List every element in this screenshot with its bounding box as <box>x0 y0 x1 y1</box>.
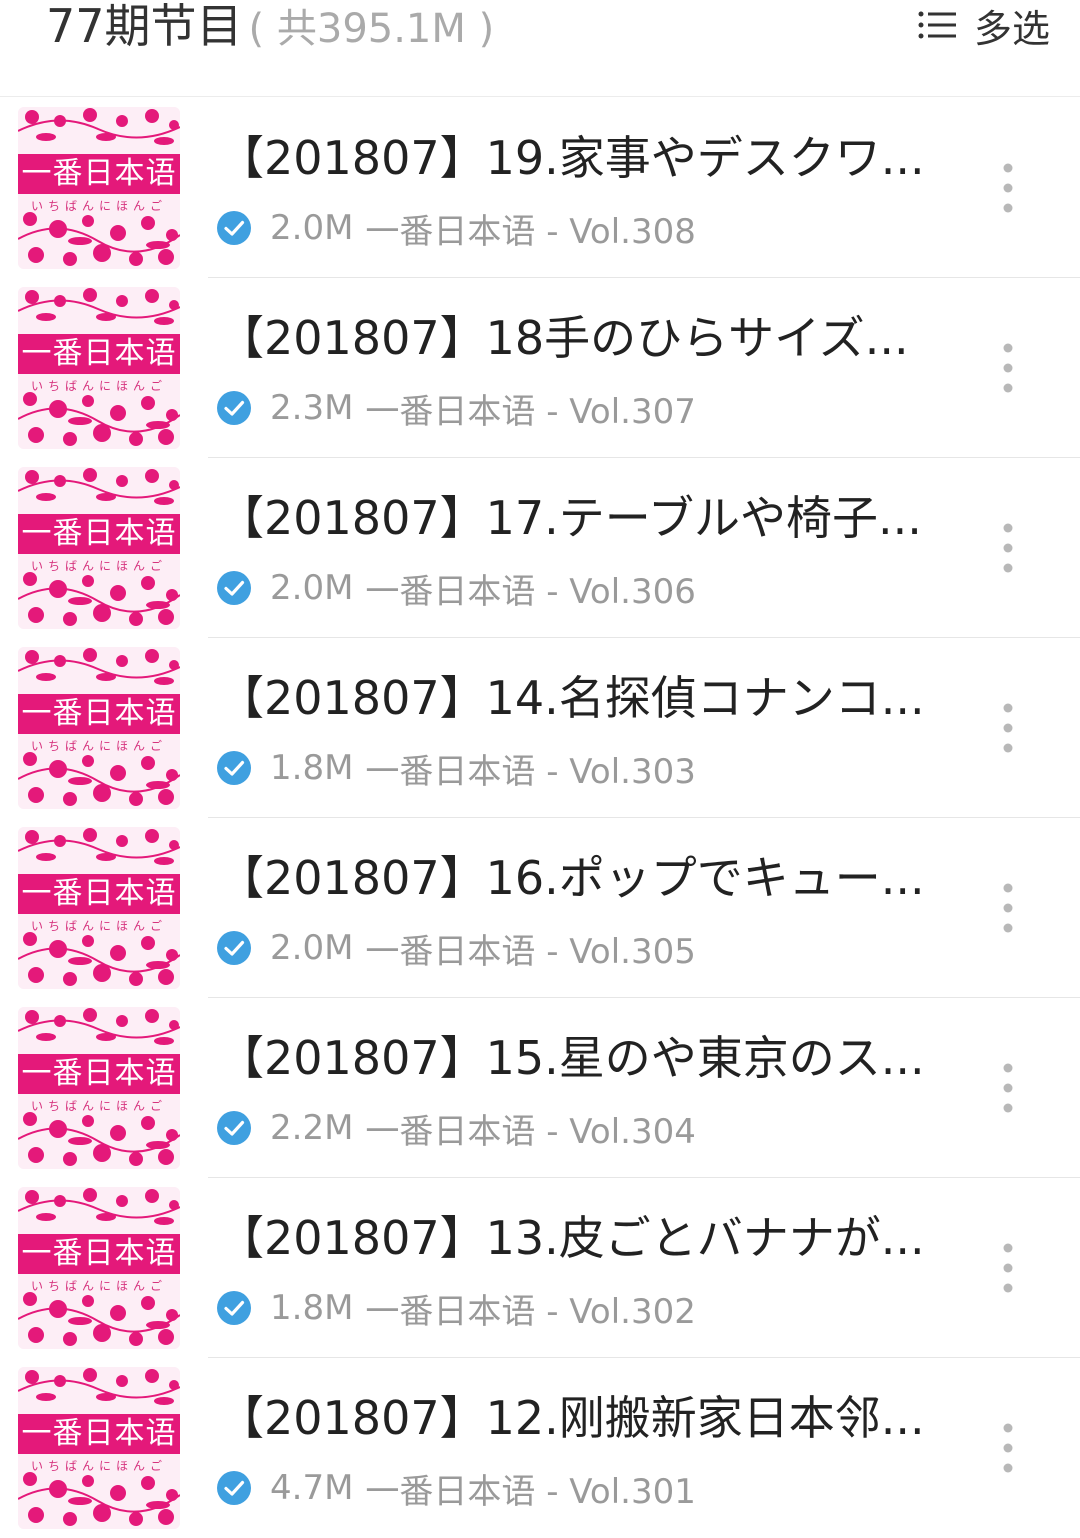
cover-title: 一番日本语 <box>18 154 180 194</box>
cover-subtitle: いちばんにほんご <box>30 199 167 213</box>
cover-subtitle: いちばんにほんご <box>30 739 167 753</box>
more-vertical-icon[interactable] <box>990 1058 1026 1118</box>
episode-meta: 2.0M 一番日本语 - Vol.308 <box>216 206 696 252</box>
episode-title: 【201807】18手のひらサイズ... <box>218 311 909 365</box>
episode-meta: 2.0M 一番日本语 - Vol.305 <box>216 926 696 972</box>
episode-count-title: 77期节目 <box>46 0 243 53</box>
episode-meta: 4.7M 一番日本语 - Vol.301 <box>216 1466 696 1512</box>
episode-item[interactable]: 一番日本语 いちばんにほんご 【201807】19.家事やデスクワ... 2.0… <box>0 98 1080 278</box>
multi-select-button[interactable]: 多选 <box>918 0 1050 51</box>
podcast-cover: 一番日本语 いちばんにほんご <box>18 287 180 449</box>
cover-subtitle: いちばんにほんご <box>30 1459 167 1473</box>
cover-title: 一番日本语 <box>18 694 180 734</box>
episode-item[interactable]: 一番日本语 いちばんにほんご 【201807】15.星のや東京のス... 2.2… <box>0 998 1080 1178</box>
episode-title: 【201807】13.皮ごとバナナが... <box>218 1211 925 1265</box>
more-vertical-icon[interactable] <box>990 1238 1026 1298</box>
episode-item[interactable]: 一番日本语 いちばんにほんご 【201807】16.ポップでキュー... 2.0… <box>0 818 1080 998</box>
more-vertical-icon[interactable] <box>990 878 1026 938</box>
episode-title: 【201807】15.星のや東京のス... <box>218 1031 925 1085</box>
episode-item[interactable]: 一番日本语 いちばんにほんご 【201807】13.皮ごとバナナが... 1.8… <box>0 1178 1080 1358</box>
podcast-cover: 一番日本语 いちばんにほんご <box>18 107 180 269</box>
more-vertical-icon[interactable] <box>990 698 1026 758</box>
cover-title: 一番日本语 <box>18 1234 180 1274</box>
check-circle-icon <box>217 571 251 605</box>
check-circle-icon <box>217 1111 251 1145</box>
episode-item[interactable]: 一番日本语 いちばんにほんご 【201807】17.テーブルや椅子... 2.0… <box>0 458 1080 638</box>
file-size: 2.0M <box>270 928 354 968</box>
episode-source: 一番日本语 - Vol.308 <box>365 211 696 252</box>
episode-source: 一番日本语 - Vol.305 <box>365 931 696 972</box>
check-circle-icon <box>217 1471 251 1505</box>
file-size: 2.0M <box>270 208 354 248</box>
file-size: 1.8M <box>270 1288 354 1328</box>
more-vertical-icon[interactable] <box>990 338 1026 398</box>
check-circle-icon <box>217 391 251 425</box>
episode-meta: 2.3M 一番日本语 - Vol.307 <box>216 386 696 432</box>
file-size: 4.7M <box>270 1468 354 1508</box>
episode-title: 【201807】17.テーブルや椅子... <box>218 491 922 545</box>
cover-title: 一番日本语 <box>18 1414 180 1454</box>
episode-title: 【201807】19.家事やデスクワ... <box>218 131 925 185</box>
multi-select-label: 多选 <box>973 6 1050 51</box>
episode-meta: 2.0M 一番日本语 - Vol.306 <box>216 566 696 612</box>
check-circle-icon <box>217 931 251 965</box>
cover-subtitle: いちばんにほんご <box>30 919 167 933</box>
podcast-cover: 一番日本语 いちばんにほんご <box>18 1187 180 1349</box>
episode-item[interactable]: 一番日本语 いちばんにほんご 【201807】12.刚搬新家日本邻... 4.7… <box>0 1358 1080 1538</box>
episode-item[interactable]: 一番日本语 いちばんにほんご 【201807】18手のひらサイズ... 2.3M… <box>0 278 1080 458</box>
episode-item[interactable]: 一番日本语 いちばんにほんご 【201807】14.名探偵コナンコ... 1.8… <box>0 638 1080 818</box>
episode-source: 一番日本语 - Vol.303 <box>365 751 696 792</box>
total-size: ( 共395.1M ) <box>248 6 495 52</box>
episode-meta: 2.2M 一番日本语 - Vol.304 <box>216 1106 696 1152</box>
cover-title: 一番日本语 <box>18 1054 180 1094</box>
episode-meta: 1.8M 一番日本语 - Vol.302 <box>216 1286 696 1332</box>
check-circle-icon <box>217 1291 251 1325</box>
check-circle-icon <box>217 211 251 245</box>
episode-list: 一番日本语 いちばんにほんご 【201807】19.家事やデスクワ... 2.0… <box>0 98 1080 1538</box>
episode-source: 一番日本语 - Vol.307 <box>365 391 696 432</box>
list-header: 77期节目( 共395.1M ) 多选 <box>0 0 1080 97</box>
cover-title: 一番日本语 <box>18 334 180 374</box>
list-icon <box>918 11 956 39</box>
podcast-cover: 一番日本语 いちばんにほんご <box>18 647 180 809</box>
episode-meta: 1.8M 一番日本语 - Vol.303 <box>216 746 696 792</box>
episode-source: 一番日本语 - Vol.304 <box>365 1111 696 1152</box>
file-size: 2.2M <box>270 1108 354 1148</box>
episode-title: 【201807】12.刚搬新家日本邻... <box>218 1391 925 1445</box>
cover-subtitle: いちばんにほんご <box>30 1099 167 1113</box>
podcast-cover: 一番日本语 いちばんにほんご <box>18 1367 180 1529</box>
episode-title: 【201807】14.名探偵コナンコ... <box>218 671 925 725</box>
cover-subtitle: いちばんにほんご <box>30 559 167 573</box>
check-circle-icon <box>217 751 251 785</box>
more-vertical-icon[interactable] <box>990 518 1026 578</box>
episode-source: 一番日本语 - Vol.302 <box>365 1291 696 1332</box>
file-size: 1.8M <box>270 748 354 788</box>
cover-subtitle: いちばんにほんご <box>30 1279 167 1293</box>
cover-subtitle: いちばんにほんご <box>30 379 167 393</box>
more-vertical-icon[interactable] <box>990 1418 1026 1478</box>
episode-source: 一番日本语 - Vol.301 <box>365 1471 696 1512</box>
episode-title: 【201807】16.ポップでキュー... <box>218 851 925 905</box>
podcast-cover: 一番日本语 いちばんにほんご <box>18 467 180 629</box>
more-vertical-icon[interactable] <box>990 158 1026 218</box>
page-title: 77期节目( 共395.1M ) <box>46 0 494 61</box>
file-size: 2.3M <box>270 388 354 428</box>
cover-title: 一番日本语 <box>18 514 180 554</box>
cover-title: 一番日本语 <box>18 874 180 914</box>
podcast-cover: 一番日本语 いちばんにほんご <box>18 1007 180 1169</box>
file-size: 2.0M <box>270 568 354 608</box>
episode-source: 一番日本语 - Vol.306 <box>365 571 696 612</box>
podcast-cover: 一番日本语 いちばんにほんご <box>18 827 180 989</box>
